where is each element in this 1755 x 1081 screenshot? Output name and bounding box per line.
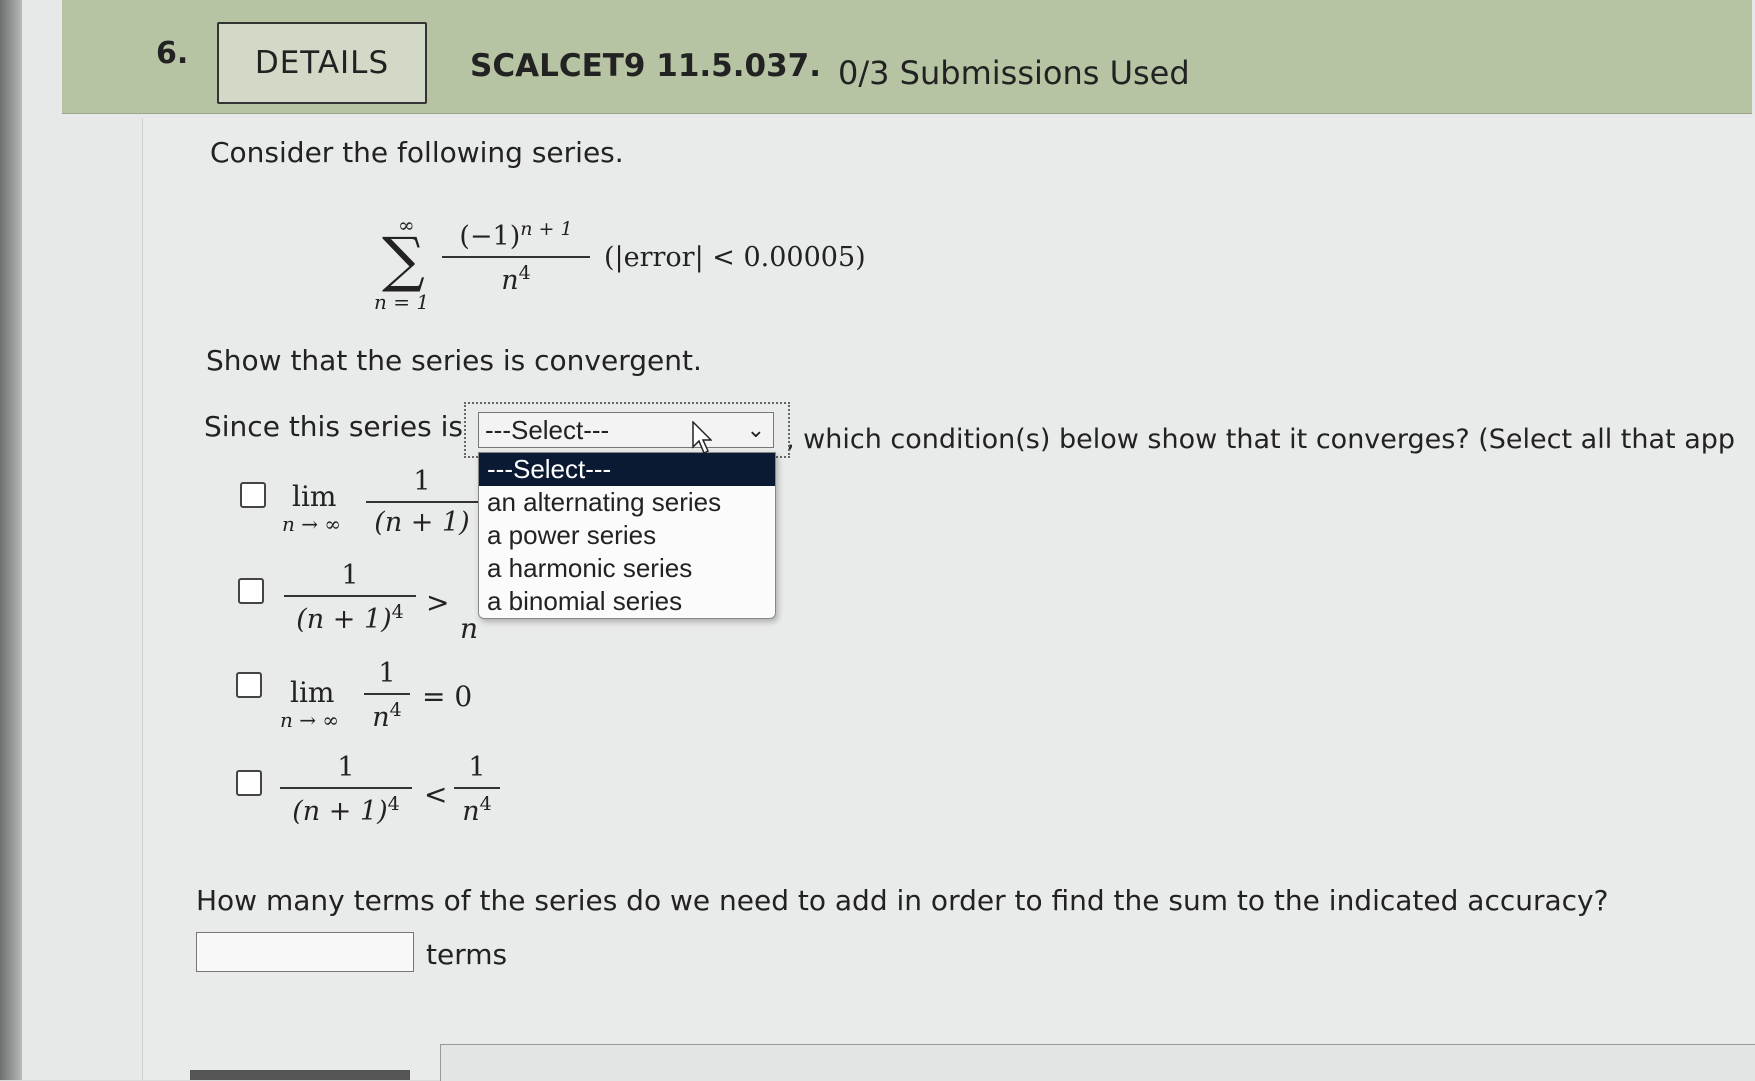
condition-2-den-exp: 4 xyxy=(391,601,404,623)
option-binomial-series[interactable]: a binomial series xyxy=(479,585,775,618)
condition-4-rhs-fraction: 1 n4 xyxy=(454,752,500,827)
condition-4-rhs-den: n xyxy=(462,796,480,827)
intro-text: Consider the following series. xyxy=(210,136,624,169)
since-prefix-text: Since this series is xyxy=(204,410,463,443)
terms-answer-input[interactable] xyxy=(196,932,414,972)
condition-1-lim: lim xyxy=(292,480,337,513)
condition-3-lim-sub: n → ∞ xyxy=(280,708,340,732)
question-number: 6. xyxy=(156,36,189,71)
condition-2-fraction: 1 (n + 1)4 xyxy=(284,560,416,635)
condition-3-lim: lim xyxy=(290,676,335,709)
condition-4-den-exp: 4 xyxy=(387,793,400,815)
screen-bezel xyxy=(0,0,22,1080)
condition-2-relation: > xyxy=(426,586,450,619)
term-numerator: (−1) xyxy=(459,221,521,252)
condition-2-num: 1 xyxy=(284,560,416,597)
condition-4-relation: < xyxy=(424,778,448,811)
term-numerator-exponent: n + 1 xyxy=(520,218,573,240)
condition-3-den: n xyxy=(372,702,390,733)
mouse-pointer-icon xyxy=(692,421,712,455)
condition-1-den: (n + 1) xyxy=(374,507,470,538)
chevron-down-icon: ⌄ xyxy=(746,417,765,442)
condition-3-checkbox[interactable] xyxy=(236,672,262,698)
series-type-options-menu: ---Select--- an alternating series a pow… xyxy=(478,452,776,619)
condition-2-rhs-den: n xyxy=(460,612,479,645)
series-term: (−1)n + 1 n4 xyxy=(442,218,590,296)
option-harmonic-series[interactable]: a harmonic series xyxy=(479,552,775,585)
show-convergent-text: Show that the series is convergent. xyxy=(206,344,702,377)
condition-1-num: 1 xyxy=(366,466,478,503)
details-button[interactable]: DETAILS xyxy=(217,22,427,104)
terms-question-text: How many terms of the series do we need … xyxy=(196,884,1609,917)
condition-3-fraction: 1 n4 xyxy=(364,658,410,733)
condition-1-fraction: 1 (n + 1) xyxy=(366,466,478,538)
terms-unit-label: terms xyxy=(426,938,508,971)
term-denominator: n xyxy=(501,265,519,296)
select-current-value: ---Select--- xyxy=(485,414,610,445)
option-power-series[interactable]: a power series xyxy=(479,519,775,552)
since-suffix-text: , which condition(s) below show that it … xyxy=(786,424,1736,455)
sum-lower-limit: n = 1 xyxy=(374,290,430,314)
condition-4-fraction: 1 (n + 1)4 xyxy=(280,752,412,827)
condition-3-den-exp: 4 xyxy=(389,699,402,721)
sigma-symbol: ∑ xyxy=(382,225,425,295)
condition-3-num: 1 xyxy=(364,658,410,695)
question-header: 6. DETAILS SCALCET9 11.5.037. 0/3 Submis… xyxy=(62,0,1752,114)
series-type-select[interactable]: ---Select--- ⌄ xyxy=(478,412,774,448)
condition-3-equals: = 0 xyxy=(422,680,473,713)
condition-4-rhs-exp: 4 xyxy=(479,793,492,815)
question-id: SCALCET9 11.5.037. xyxy=(470,48,822,84)
condition-1-checkbox[interactable] xyxy=(240,482,266,508)
condition-4-num: 1 xyxy=(280,752,412,789)
condition-1-lim-sub: n → ∞ xyxy=(282,512,342,536)
submissions-used: 0/3 Submissions Used xyxy=(838,54,1190,92)
error-condition: (|error| < 0.00005) xyxy=(604,242,866,273)
option-select[interactable]: ---Select--- xyxy=(479,453,775,486)
condition-2-checkbox[interactable] xyxy=(238,578,264,604)
term-denominator-exponent: 4 xyxy=(518,262,531,284)
condition-4-checkbox[interactable] xyxy=(236,770,262,796)
condition-4-rhs-num: 1 xyxy=(454,752,500,789)
condition-2-den: (n + 1) xyxy=(296,604,392,635)
bottom-tab-edge xyxy=(190,1070,410,1080)
condition-4-den: (n + 1) xyxy=(292,796,388,827)
next-panel-edge xyxy=(440,1044,1755,1081)
option-alternating-series[interactable]: an alternating series xyxy=(479,486,775,519)
